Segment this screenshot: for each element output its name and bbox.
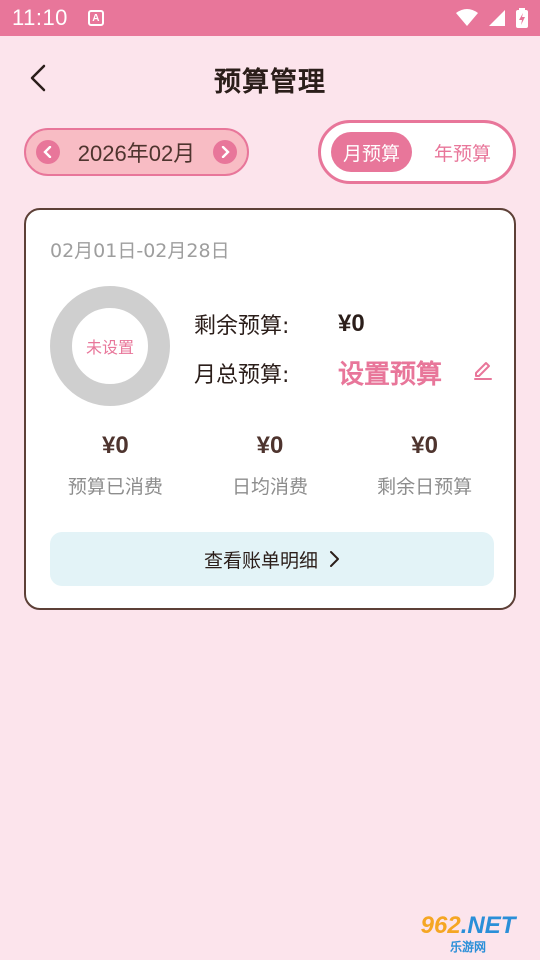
- date-range: 02月01日-02月28日: [50, 240, 230, 262]
- edit-pencil-icon[interactable]: [472, 358, 494, 380]
- stat-remaining-daily-value: ¥0: [411, 432, 438, 459]
- status-icons: [456, 8, 528, 28]
- chevron-right-icon: [330, 551, 339, 567]
- notification-icon: A: [87, 10, 104, 26]
- tab-yearly-budget[interactable]: 年预算: [422, 132, 503, 172]
- chevron-right-icon: [221, 146, 230, 158]
- next-month-button[interactable]: [212, 140, 237, 164]
- back-arrow-icon[interactable]: [22, 60, 58, 96]
- status-time: 11:10: [12, 5, 68, 30]
- app-header: 预算管理: [0, 44, 540, 114]
- remaining-budget-value: ¥0: [338, 310, 365, 337]
- watermark-logo: 962.NET 乐游网: [400, 910, 536, 956]
- wifi-icon: [456, 9, 478, 26]
- budget-donut-chart: 未设置: [50, 286, 170, 406]
- watermark-sub: 乐游网: [449, 939, 486, 954]
- total-budget-label: 月总预算:: [194, 362, 290, 388]
- stat-daily-avg-caption: 日均消费: [231, 476, 308, 498]
- page-title: 预算管理: [214, 66, 326, 98]
- budget-card: 02月01日-02月28日 未设置 剩余预算: ¥0 月总预算: 设置预算 ¥0…: [24, 208, 516, 610]
- view-bill-details-button[interactable]: 查看账单明细: [50, 532, 494, 586]
- stat-daily-avg: ¥0 日均消费: [195, 432, 345, 499]
- prev-month-button[interactable]: [36, 140, 60, 164]
- stat-daily-avg-value: ¥0: [256, 432, 284, 459]
- remaining-budget-label: 剩余预算:: [194, 314, 290, 339]
- stat-remaining-daily-caption: 剩余日预算: [377, 476, 473, 498]
- budget-type-toggle: 月预算 年预算: [318, 120, 516, 184]
- month-selector: 2026年02月: [24, 128, 249, 176]
- set-budget-link[interactable]: 设置预算: [338, 354, 442, 391]
- stat-spent: ¥0 预算已消费: [40, 432, 190, 499]
- watermark-brand: 962.NET: [420, 911, 516, 939]
- stat-spent-value: ¥0: [101, 432, 129, 459]
- status-bar: 11:10 A: [0, 0, 540, 36]
- stat-remaining-daily: ¥0 剩余日预算: [350, 432, 500, 499]
- view-bill-details-label: 查看账单明细: [203, 549, 318, 572]
- donut-label: 未设置: [85, 338, 134, 357]
- battery-icon: [516, 8, 528, 28]
- tab-monthly-budget[interactable]: 月预算: [331, 132, 412, 172]
- signal-icon: [489, 10, 505, 26]
- chevron-left-icon: [43, 146, 52, 158]
- current-month[interactable]: 2026年02月: [78, 136, 195, 168]
- stat-spent-caption: 预算已消费: [67, 476, 163, 498]
- total-budget-row: 月总预算: 设置预算: [194, 354, 442, 391]
- budget-stats: ¥0 预算已消费 ¥0 日均消费 ¥0 剩余日预算: [26, 432, 514, 499]
- remaining-budget-row: 剩余预算: ¥0: [194, 308, 365, 340]
